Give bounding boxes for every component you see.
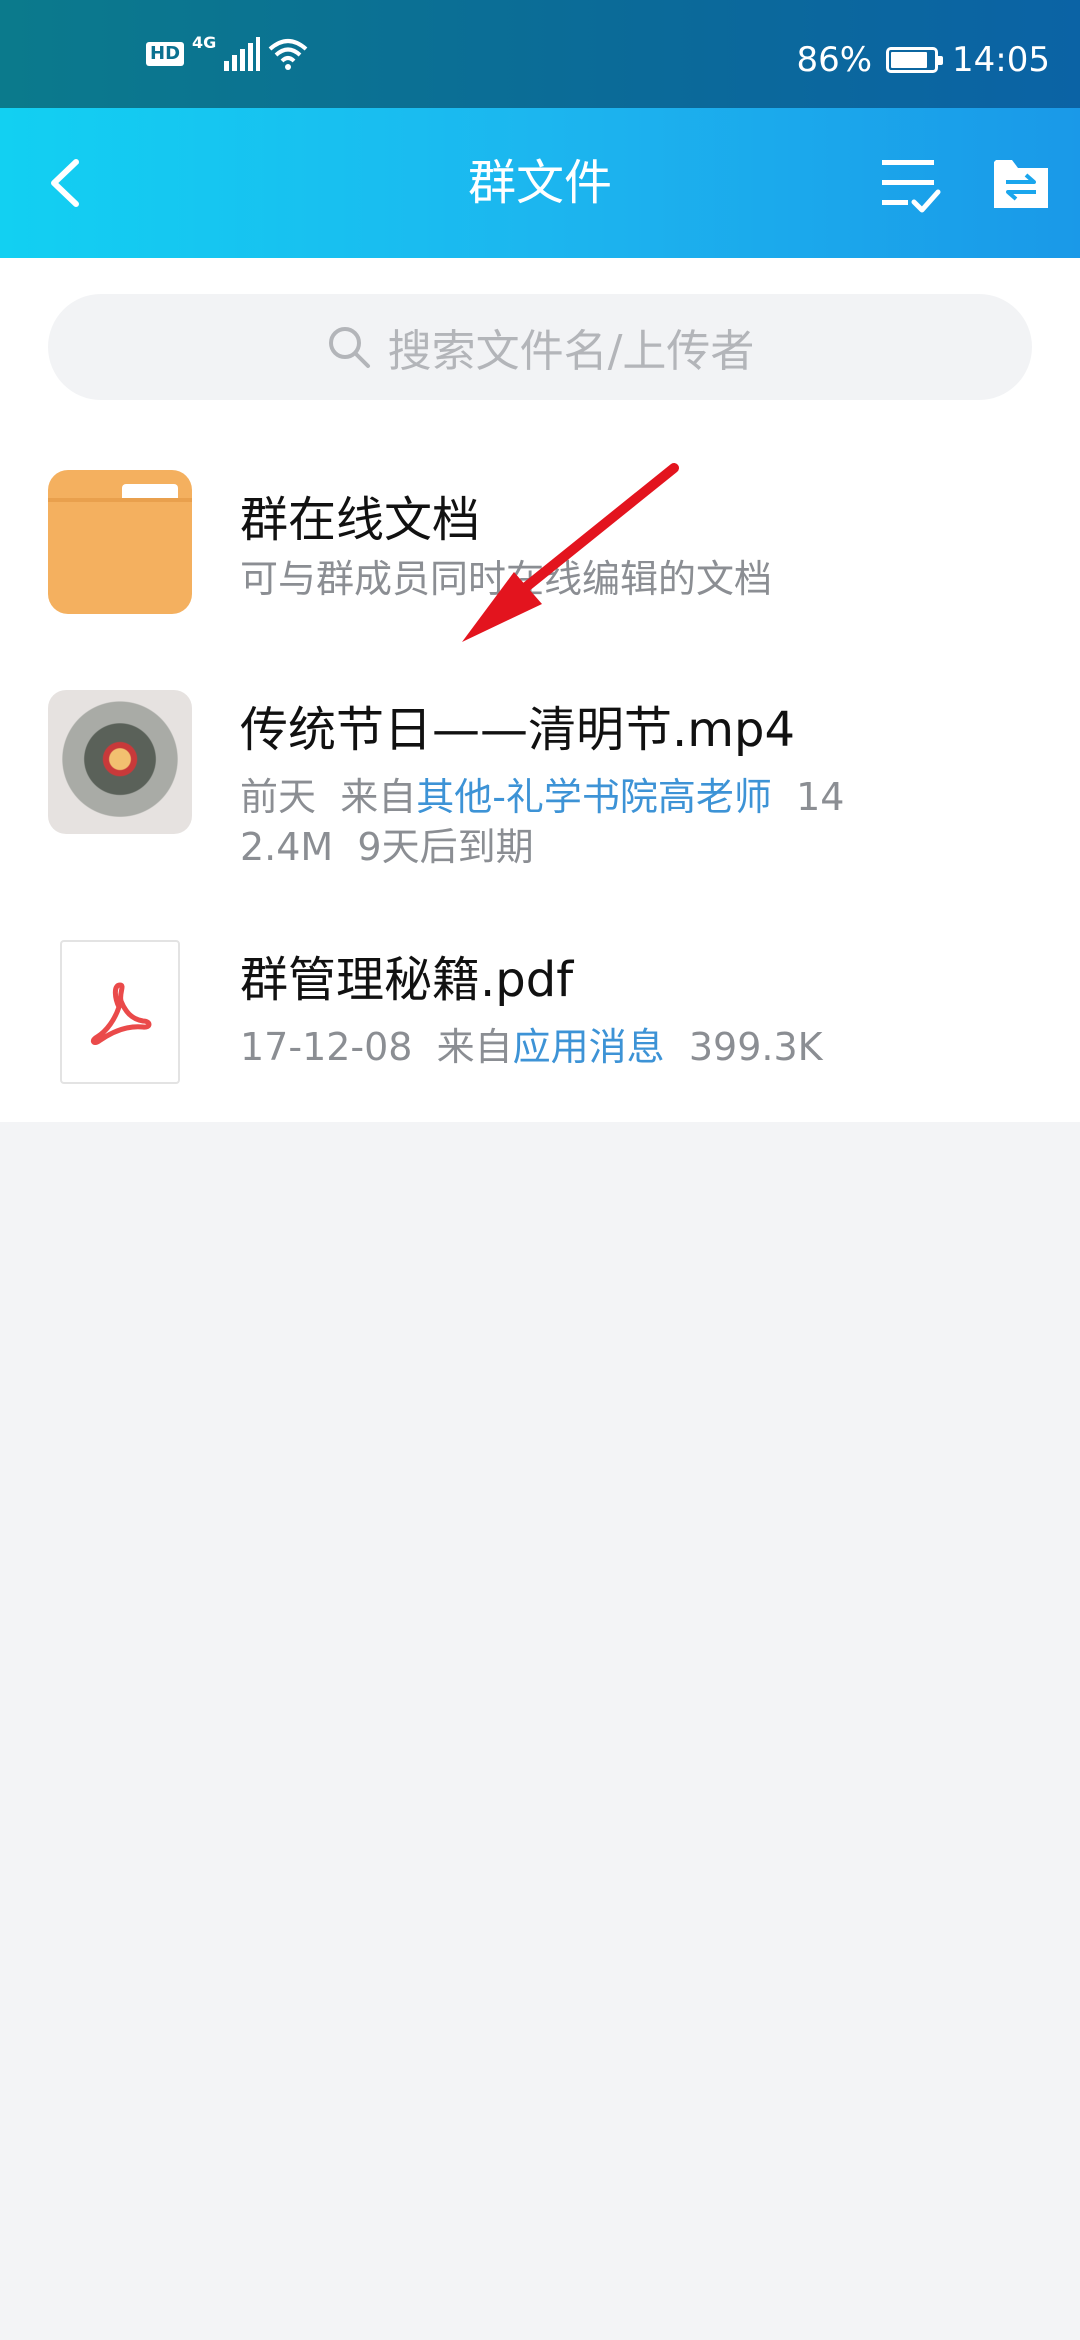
- video-thumbnail: [48, 690, 192, 834]
- uploader-link[interactable]: 应用消息: [513, 1025, 665, 1069]
- from-prefix: 来自: [436, 1025, 513, 1069]
- file-size-part2: 2.4M: [240, 825, 334, 869]
- list-item[interactable]: 群在线文档 可与群成员同时在线编辑的文档: [0, 454, 1080, 654]
- pdf-icon: [60, 940, 180, 1084]
- file-date: 17-12-08: [240, 1025, 413, 1069]
- wifi-icon: [268, 39, 308, 70]
- network-type: 4G: [192, 32, 217, 52]
- file-meta-line2: 2.4M 9天后到期: [240, 822, 534, 872]
- list-check-icon: [882, 160, 941, 213]
- file-size-part1: 14: [796, 775, 845, 819]
- file-name: 群管理秘籍.pdf: [240, 952, 574, 1008]
- uploader-link[interactable]: 其他-礼学书院高老师: [416, 775, 772, 819]
- from-prefix: 来自: [340, 775, 417, 819]
- file-list-panel: 搜索文件名/上传者 群在线文档 可与群成员同时在线编辑的文档 传统节日——清明节…: [0, 258, 1080, 1122]
- status-indicators: HD 4G: [146, 28, 308, 80]
- transfer-button[interactable]: [992, 152, 1050, 214]
- file-date: 前天: [240, 775, 317, 819]
- search-icon: [328, 327, 370, 368]
- file-name: 传统节日——清明节.mp4: [240, 702, 796, 758]
- status-right: 86% 14:05: [796, 40, 1050, 80]
- file-subtitle: 可与群成员同时在线编辑的文档: [240, 557, 773, 601]
- folder-icon: [48, 470, 192, 614]
- acrobat-icon: [90, 982, 152, 1045]
- signal-icon: [224, 37, 261, 71]
- file-name: 群在线文档: [240, 492, 481, 548]
- hd-badge: HD: [146, 42, 185, 66]
- search-bar[interactable]: 搜索文件名/上传者: [48, 294, 1032, 400]
- file-meta: 17-12-08 来自应用消息 399.3K: [240, 1022, 823, 1072]
- list-item[interactable]: 传统节日——清明节.mp4 前天 来自其他-礼学书院高老师 14 2.4M 9天…: [0, 690, 1080, 890]
- expiry: 9天后到期: [357, 825, 534, 869]
- clock: 14:05: [952, 40, 1050, 80]
- title-bar: 群文件: [0, 108, 1080, 258]
- file-size: 399.3K: [688, 1025, 823, 1069]
- battery-icon: [886, 47, 944, 73]
- search-placeholder: 搜索文件名/上传者: [387, 326, 755, 377]
- list-item[interactable]: 群管理秘籍.pdf 17-12-08 来自应用消息 399.3K: [0, 940, 1080, 1140]
- battery-percent: 86%: [796, 40, 873, 80]
- file-meta: 前天 来自其他-礼学书院高老师 14: [240, 772, 844, 822]
- status-bar: HD 4G 86% 14:05: [0, 0, 1080, 108]
- multi-select-button[interactable]: [876, 152, 942, 218]
- folder-transfer-icon: [994, 160, 1048, 208]
